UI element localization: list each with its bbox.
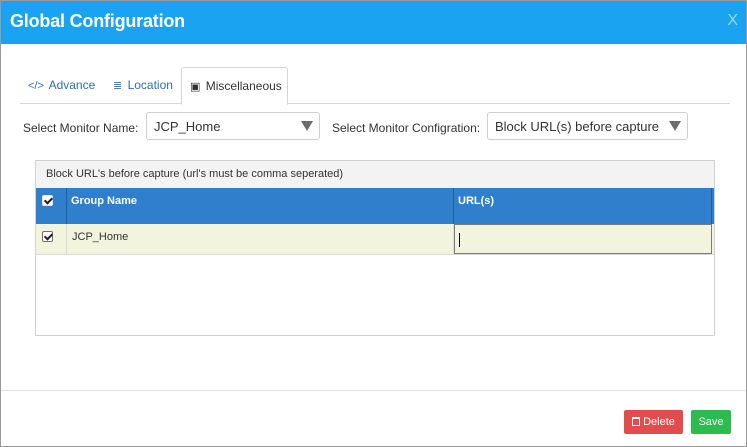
code-icon: </> xyxy=(28,80,44,92)
tab-label: Location xyxy=(127,78,173,92)
table-row: JCP_Home xyxy=(36,224,714,255)
block-url-panel: Block URL's before capture (url's must b… xyxy=(35,160,715,336)
grid-header: Group Name URL(s) xyxy=(36,188,714,224)
text-cursor xyxy=(459,233,460,247)
monitor-name-select[interactable]: JCP_Home xyxy=(146,112,320,140)
monitor-config-label: Select Monitor Configration: xyxy=(332,121,481,135)
trash-icon xyxy=(632,417,641,426)
monitor-config-value: Block URL(s) before capture xyxy=(495,119,660,134)
global-configuration-dialog: Global Configuration X </> Advance ≣ Loc… xyxy=(0,0,747,447)
dialog-titlebar: Global Configuration X xyxy=(1,1,746,44)
dialog-title: Global Configuration xyxy=(10,11,185,31)
column-header-urls[interactable]: URL(s) xyxy=(454,188,712,224)
caret-down-icon xyxy=(301,121,313,131)
monitor-config-select[interactable]: Block URL(s) before capture xyxy=(487,112,688,140)
panel-heading: Block URL's before capture (url's must b… xyxy=(36,161,714,188)
column-header-group-name[interactable]: Group Name xyxy=(67,188,454,224)
group-name-cell: JCP_Home xyxy=(67,224,454,254)
monitor-name-value: JCP_Home xyxy=(154,119,221,134)
tab-label: Miscellaneous xyxy=(205,79,282,93)
sliders-icon: ≣ xyxy=(113,80,123,92)
delete-label: Delete xyxy=(643,416,675,428)
tab-label: Advance xyxy=(48,78,96,92)
footer-divider xyxy=(1,390,746,391)
book-icon: ▣ xyxy=(190,81,201,93)
caret-down-icon xyxy=(669,121,681,131)
select-all-cell xyxy=(36,188,67,224)
tab-bar: </> Advance ≣ Location ▣ Miscellaneous xyxy=(20,67,730,105)
tab-location[interactable]: ≣ Location xyxy=(113,67,173,104)
select-all-checkbox[interactable] xyxy=(42,195,53,206)
delete-button[interactable]: Delete xyxy=(624,410,683,434)
row-checkbox[interactable] xyxy=(42,231,53,242)
close-icon[interactable]: X xyxy=(727,12,738,30)
row-check-cell xyxy=(36,224,67,254)
urls-input[interactable] xyxy=(454,224,712,254)
monitor-name-label: Select Monitor Name: xyxy=(23,121,139,135)
tab-miscellaneous[interactable]: ▣ Miscellaneous xyxy=(181,67,288,105)
tab-advance[interactable]: </> Advance xyxy=(28,67,95,104)
save-button[interactable]: Save xyxy=(691,410,731,434)
